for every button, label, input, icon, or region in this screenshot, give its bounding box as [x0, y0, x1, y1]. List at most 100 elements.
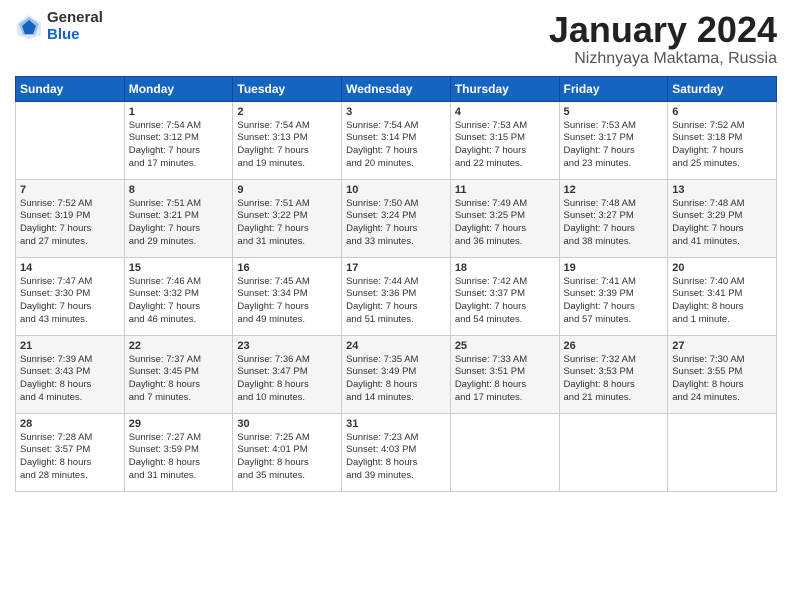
- logo-icon: [15, 13, 43, 41]
- location-title: Nizhnyaya Maktama, Russia: [549, 50, 777, 68]
- day-info: Sunrise: 7:49 AMSunset: 3:25 PMDaylight:…: [455, 198, 555, 249]
- day-number: 28: [20, 418, 120, 430]
- day-info: Sunrise: 7:47 AMSunset: 3:30 PMDaylight:…: [20, 276, 120, 327]
- day-number: 6: [672, 106, 772, 118]
- day-number: 31: [346, 418, 446, 430]
- day-cell: 18 Sunrise: 7:42 AMSunset: 3:37 PMDayligh…: [450, 257, 559, 335]
- day-info: Sunrise: 7:35 AMSunset: 3:49 PMDaylight:…: [346, 354, 446, 405]
- day-cell: 28 Sunrise: 7:28 AMSunset: 3:57 PMDayligh…: [16, 413, 125, 491]
- day-info: Sunrise: 7:42 AMSunset: 3:37 PMDaylight:…: [455, 276, 555, 327]
- day-cell: 8Sunrise: 7:51 AMSunset: 3:21 PMDaylight…: [124, 179, 233, 257]
- day-cell: 24 Sunrise: 7:35 AMSunset: 3:49 PMDayligh…: [342, 335, 451, 413]
- day-cell: 12 Sunrise: 7:48 AMSunset: 3:27 PMDayligh…: [559, 179, 668, 257]
- day-info: Sunrise: 7:54 AMSunset: 3:12 PMDaylight:…: [129, 120, 229, 171]
- day-cell: 29 Sunrise: 7:27 AMSunset: 3:59 PMDayligh…: [124, 413, 233, 491]
- day-number: 3: [346, 106, 446, 118]
- day-info: Sunrise: 7:33 AMSunset: 3:51 PMDaylight:…: [455, 354, 555, 405]
- day-number: 9: [237, 184, 337, 196]
- day-number: 7: [20, 184, 120, 196]
- week-row-3: 14Sunrise: 7:47 AMSunset: 3:30 PMDayligh…: [16, 257, 777, 335]
- day-number: 27: [672, 340, 772, 352]
- day-cell: 31 Sunrise: 7:23 AMSunset: 4:03 PMDayligh…: [342, 413, 451, 491]
- day-number: 21: [20, 340, 120, 352]
- day-cell: 23 Sunrise: 7:36 AMSunset: 3:47 PMDayligh…: [233, 335, 342, 413]
- day-number: 19: [564, 262, 664, 274]
- day-cell: 9 Sunrise: 7:51 AMSunset: 3:22 PMDaylight…: [233, 179, 342, 257]
- day-number: 23: [237, 340, 337, 352]
- logo: General Blue: [15, 10, 103, 43]
- day-cell: 26Sunrise: 7:32 AMSunset: 3:53 PMDayligh…: [559, 335, 668, 413]
- day-info: Sunrise: 7:23 AMSunset: 4:03 PMDaylight:…: [346, 432, 446, 483]
- day-number: 4: [455, 106, 555, 118]
- day-info: Sunrise: 7:54 AMSunset: 3:13 PMDaylight:…: [237, 120, 337, 171]
- day-info: Sunrise: 7:45 AMSunset: 3:34 PMDaylight:…: [237, 276, 337, 327]
- day-cell: [450, 413, 559, 491]
- day-info: Sunrise: 7:52 AMSunset: 3:18 PMDaylight:…: [672, 120, 772, 171]
- day-number: 10: [346, 184, 446, 196]
- day-info: Sunrise: 7:52 AMSunset: 3:19 PMDaylight:…: [20, 198, 120, 249]
- day-info: Sunrise: 7:41 AMSunset: 3:39 PMDaylight:…: [564, 276, 664, 327]
- title-block: January 2024 Nizhnyaya Maktama, Russia: [549, 10, 777, 68]
- day-cell: 22Sunrise: 7:37 AMSunset: 3:45 PMDayligh…: [124, 335, 233, 413]
- week-row-1: 1 Sunrise: 7:54 AMSunset: 3:12 PMDaylight…: [16, 101, 777, 179]
- day-number: 16: [237, 262, 337, 274]
- day-cell: 30 Sunrise: 7:25 AMSunset: 4:01 PMDayligh…: [233, 413, 342, 491]
- day-info: Sunrise: 7:51 AMSunset: 3:21 PMDaylight:…: [129, 198, 229, 249]
- day-cell: 4 Sunrise: 7:53 AMSunset: 3:15 PMDaylight…: [450, 101, 559, 179]
- day-cell: 14Sunrise: 7:47 AMSunset: 3:30 PMDayligh…: [16, 257, 125, 335]
- day-cell: 16 Sunrise: 7:45 AMSunset: 3:34 PMDayligh…: [233, 257, 342, 335]
- day-number: 24: [346, 340, 446, 352]
- day-info: Sunrise: 7:25 AMSunset: 4:01 PMDaylight:…: [237, 432, 337, 483]
- calendar-table: SundayMondayTuesdayWednesdayThursdayFrid…: [15, 76, 777, 492]
- day-info: Sunrise: 7:36 AMSunset: 3:47 PMDaylight:…: [237, 354, 337, 405]
- logo-general-label: General: [47, 10, 103, 27]
- day-number: 29: [129, 418, 229, 430]
- day-cell: 17Sunrise: 7:44 AMSunset: 3:36 PMDayligh…: [342, 257, 451, 335]
- header-cell-tuesday: Tuesday: [233, 76, 342, 101]
- day-number: 20: [672, 262, 772, 274]
- day-info: Sunrise: 7:53 AMSunset: 3:17 PMDaylight:…: [564, 120, 664, 171]
- day-number: 1: [129, 106, 229, 118]
- day-info: Sunrise: 7:32 AMSunset: 3:53 PMDaylight:…: [564, 354, 664, 405]
- day-cell: [16, 101, 125, 179]
- logo-text: General Blue: [47, 10, 103, 43]
- logo-blue-label: Blue: [47, 27, 103, 44]
- day-info: Sunrise: 7:28 AMSunset: 3:57 PMDaylight:…: [20, 432, 120, 483]
- day-cell: 2 Sunrise: 7:54 AMSunset: 3:13 PMDaylight…: [233, 101, 342, 179]
- day-cell: [668, 413, 777, 491]
- day-cell: 13Sunrise: 7:48 AMSunset: 3:29 PMDayligh…: [668, 179, 777, 257]
- day-number: 30: [237, 418, 337, 430]
- day-cell: 19 Sunrise: 7:41 AMSunset: 3:39 PMDayligh…: [559, 257, 668, 335]
- day-cell: 27Sunrise: 7:30 AMSunset: 3:55 PMDayligh…: [668, 335, 777, 413]
- day-cell: [559, 413, 668, 491]
- header-cell-sunday: Sunday: [16, 76, 125, 101]
- month-title: January 2024: [549, 10, 777, 50]
- day-number: 18: [455, 262, 555, 274]
- day-info: Sunrise: 7:46 AMSunset: 3:32 PMDaylight:…: [129, 276, 229, 327]
- day-info: Sunrise: 7:27 AMSunset: 3:59 PMDaylight:…: [129, 432, 229, 483]
- day-info: Sunrise: 7:53 AMSunset: 3:15 PMDaylight:…: [455, 120, 555, 171]
- day-number: 11: [455, 184, 555, 196]
- day-number: 2: [237, 106, 337, 118]
- day-number: 15: [129, 262, 229, 274]
- week-row-5: 28 Sunrise: 7:28 AMSunset: 3:57 PMDayligh…: [16, 413, 777, 491]
- day-cell: 11 Sunrise: 7:49 AMSunset: 3:25 PMDayligh…: [450, 179, 559, 257]
- day-cell: 6 Sunrise: 7:52 AMSunset: 3:18 PMDaylight…: [668, 101, 777, 179]
- day-info: Sunrise: 7:44 AMSunset: 3:36 PMDaylight:…: [346, 276, 446, 327]
- day-number: 5: [564, 106, 664, 118]
- day-info: Sunrise: 7:51 AMSunset: 3:22 PMDaylight:…: [237, 198, 337, 249]
- header-cell-monday: Monday: [124, 76, 233, 101]
- day-number: 25: [455, 340, 555, 352]
- header-cell-wednesday: Wednesday: [342, 76, 451, 101]
- page: General Blue January 2024 Nizhnyaya Makt…: [0, 0, 792, 612]
- day-cell: 20Sunrise: 7:40 AMSunset: 3:41 PMDayligh…: [668, 257, 777, 335]
- day-info: Sunrise: 7:54 AMSunset: 3:14 PMDaylight:…: [346, 120, 446, 171]
- header-row: SundayMondayTuesdayWednesdayThursdayFrid…: [16, 76, 777, 101]
- week-row-4: 21Sunrise: 7:39 AMSunset: 3:43 PMDayligh…: [16, 335, 777, 413]
- day-info: Sunrise: 7:48 AMSunset: 3:27 PMDaylight:…: [564, 198, 664, 249]
- week-row-2: 7 Sunrise: 7:52 AMSunset: 3:19 PMDaylight…: [16, 179, 777, 257]
- day-info: Sunrise: 7:50 AMSunset: 3:24 PMDaylight:…: [346, 198, 446, 249]
- day-info: Sunrise: 7:37 AMSunset: 3:45 PMDaylight:…: [129, 354, 229, 405]
- day-number: 12: [564, 184, 664, 196]
- header-cell-friday: Friday: [559, 76, 668, 101]
